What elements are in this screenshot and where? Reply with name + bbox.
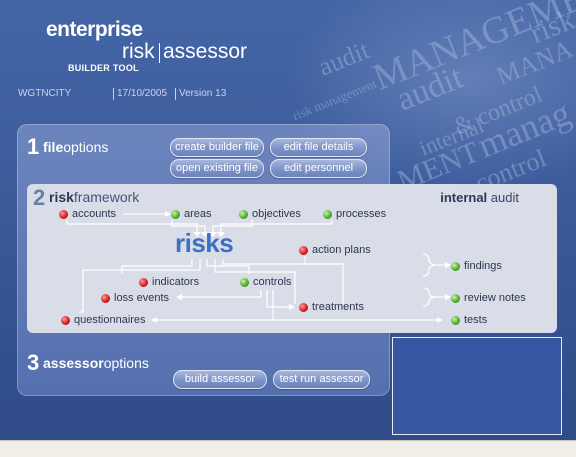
node-questionnaires[interactable]: questionnaires [61, 314, 146, 326]
green-dot-icon [323, 209, 332, 219]
green-dot-icon [171, 209, 180, 219]
watermark-text: MANA [492, 34, 576, 91]
risks-center-label[interactable]: risks [175, 228, 234, 259]
status-date: 17/10/2005 [117, 88, 168, 99]
watermark-text: audit [391, 58, 469, 119]
status-divider [113, 88, 114, 100]
risk-framework-section: 2 riskframework internal audit risks acc… [27, 184, 557, 333]
section-title: assessoroptions [43, 355, 149, 371]
node-label: questionnaires [74, 314, 146, 326]
node-controls[interactable]: controls [240, 276, 292, 288]
section-number: 1 [27, 134, 40, 159]
section-title: fileoptions [43, 139, 108, 155]
watermark-text: audit [314, 35, 374, 82]
watermark-text: risk management [290, 75, 379, 124]
node-processes[interactable]: processes [323, 208, 386, 220]
logo-risk: risk [122, 40, 155, 63]
node-label: processes [336, 208, 387, 220]
framework-connectors [66, 211, 451, 323]
watermark-text: internal [415, 112, 488, 161]
edit-personnel-button[interactable]: edit personnel [270, 159, 367, 178]
status-divider [175, 88, 176, 100]
watermark-text: manag [472, 92, 576, 166]
node-label: indicators [152, 276, 200, 288]
logo-builder-tool: BUILDER TOOL [68, 63, 139, 73]
status-org: WGTNCITY [18, 88, 72, 99]
open-existing-file-button[interactable]: open existing file [170, 159, 264, 178]
node-action-plans[interactable]: action plans [299, 244, 371, 256]
green-dot-icon [451, 293, 460, 303]
node-label: findings [464, 260, 502, 272]
watermark-text: risk [525, 2, 576, 51]
green-dot-icon [239, 209, 248, 219]
build-assessor-button[interactable]: build assessor [173, 370, 267, 389]
red-dot-icon [59, 209, 68, 219]
watermark-text: MANAGEMENT [367, 0, 576, 99]
logo-assessor: assessor [163, 40, 248, 63]
node-review-notes[interactable]: review notes [451, 292, 526, 304]
section-title-rest: options [63, 139, 109, 155]
edit-file-details-button[interactable]: edit file details [270, 138, 367, 157]
red-dot-icon [101, 293, 110, 303]
section-title-bold: file [43, 139, 64, 155]
node-label: tests [464, 314, 488, 326]
bottom-strip [0, 440, 576, 457]
test-run-assessor-button[interactable]: test run assessor [273, 370, 370, 389]
red-dot-icon [139, 277, 148, 287]
node-indicators[interactable]: indicators [139, 276, 199, 288]
red-dot-icon [299, 245, 308, 255]
green-dot-icon [451, 261, 460, 271]
node-loss-events[interactable]: loss events [101, 292, 169, 304]
green-dot-icon [240, 277, 249, 287]
node-label: review notes [464, 292, 526, 304]
logo-enterprise: enterprise [46, 18, 143, 41]
section-title-bold: assessor [43, 355, 104, 371]
node-label: areas [184, 208, 212, 220]
logo-divider [159, 43, 160, 63]
node-tests[interactable]: tests [451, 314, 487, 326]
node-label: loss events [114, 292, 170, 304]
node-areas[interactable]: areas [171, 208, 212, 220]
file-options-section: 1 fileoptions create builder file edit f… [27, 134, 387, 178]
red-dot-icon [299, 302, 308, 312]
preview-panel [392, 337, 562, 435]
green-dot-icon [451, 315, 460, 325]
node-label: treatments [312, 301, 364, 313]
node-treatments[interactable]: treatments [299, 301, 364, 313]
watermark-text: & control [450, 81, 546, 141]
section-title-rest: options [103, 355, 149, 371]
app-window: MANAGEMENT audit risk MANA audit & contr… [0, 0, 576, 440]
status-version: Version 13 [179, 88, 227, 99]
node-label: controls [253, 276, 292, 288]
node-accounts[interactable]: accounts [59, 208, 116, 220]
node-label: accounts [72, 208, 117, 220]
node-findings[interactable]: findings [451, 260, 502, 272]
node-objectives[interactable]: objectives [239, 208, 301, 220]
node-label: action plans [312, 244, 371, 256]
node-label: objectives [252, 208, 301, 220]
create-builder-file-button[interactable]: create builder file [170, 138, 264, 157]
assessor-options-section: 3 assessoroptions build assessor test ru… [27, 350, 387, 394]
red-dot-icon [61, 315, 70, 325]
section-number: 3 [27, 350, 40, 375]
